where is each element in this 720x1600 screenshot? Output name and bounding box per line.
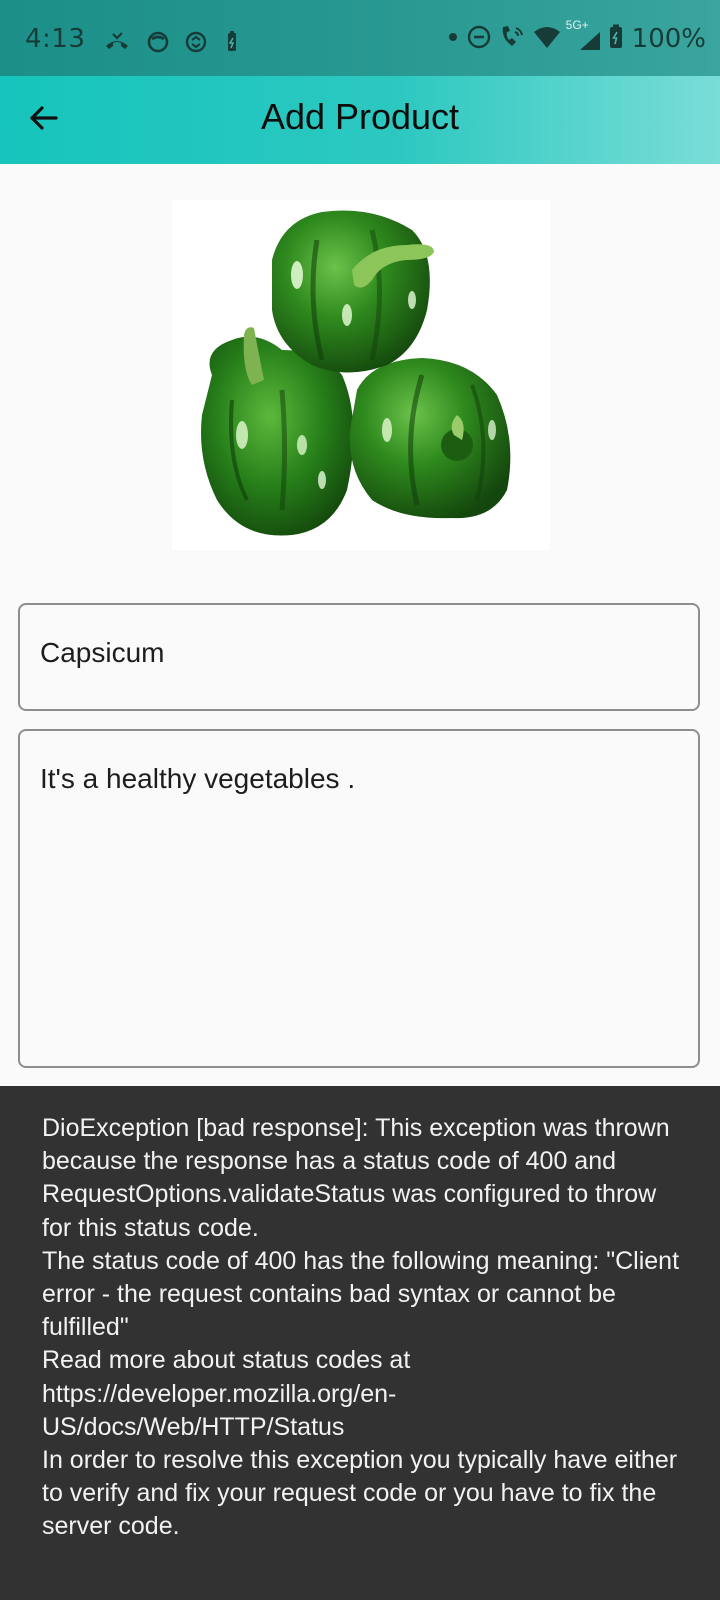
status-right-group: 5G+ 100% xyxy=(446,18,706,56)
status-time: 4:13 xyxy=(25,24,86,54)
missed-call-icon xyxy=(104,30,128,54)
product-description-field[interactable]: It's a healthy vegetables . xyxy=(18,729,700,1068)
battery-icon xyxy=(608,24,624,54)
app-bar: Add Product xyxy=(0,76,720,164)
wifi-icon xyxy=(532,24,562,54)
wifi-calling-icon xyxy=(498,24,526,54)
chat-bubble-icon xyxy=(146,30,170,54)
cellular-group: 5G+ xyxy=(566,18,602,56)
signal-icon xyxy=(578,30,602,56)
battery-saver-icon xyxy=(224,30,248,54)
error-snackbar: DioException [bad response]: This except… xyxy=(0,1086,720,1600)
dot-icon xyxy=(446,25,460,53)
product-name-field[interactable]: Capsicum xyxy=(18,603,700,711)
battery-percent: 100% xyxy=(631,24,706,54)
product-description-value: It's a healthy vegetables . xyxy=(40,763,356,794)
screen: 4:13 5G+ 100% Add Product Capsicum It's … xyxy=(0,0,720,1600)
page-title: Add Product xyxy=(260,96,460,137)
do-not-disturb-icon xyxy=(466,24,492,54)
sync-app-icon xyxy=(184,30,208,54)
product-name-value: Capsicum xyxy=(40,637,165,668)
error-message: DioException [bad response]: This except… xyxy=(42,1114,680,1541)
status-bar: 4:13 5G+ 100% xyxy=(0,0,720,76)
product-image[interactable] xyxy=(172,200,550,550)
